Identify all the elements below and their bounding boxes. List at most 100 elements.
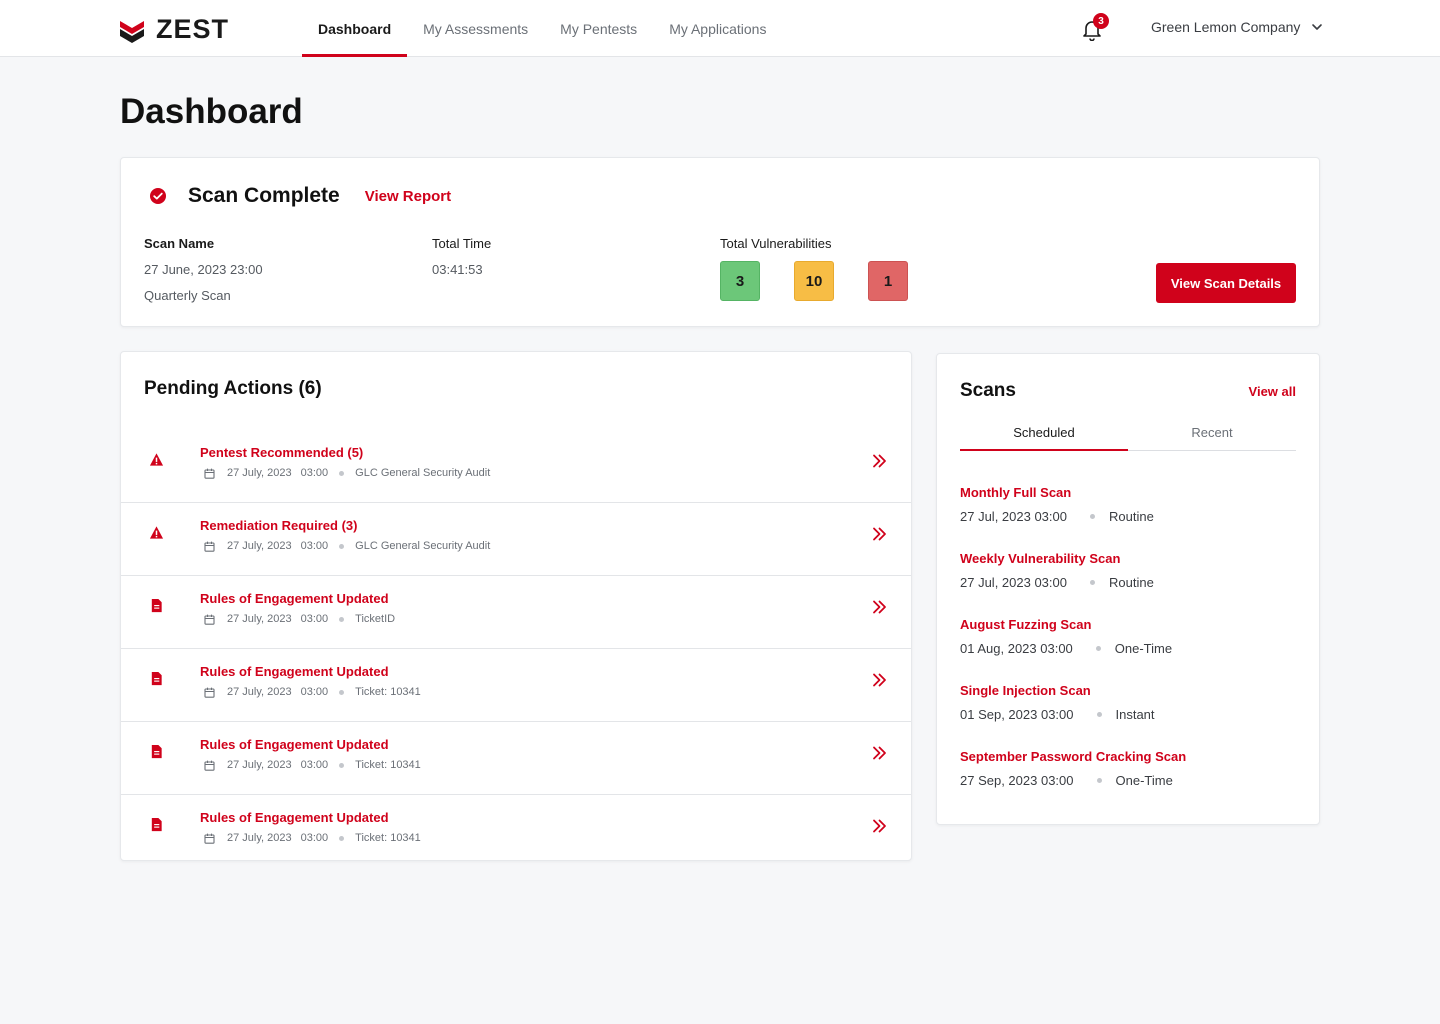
scans-tabs: Scheduled Recent [960,416,1296,451]
nav-tab-dashboard[interactable]: Dashboard [302,0,408,57]
pending-action-reference: GLC General Security Audit [355,540,491,552]
notifications-button[interactable]: 3 [1082,13,1109,42]
pending-action-reference: TicketID [355,613,396,625]
pending-action-date: 27 July, 2023 [227,613,292,625]
pending-action-row[interactable]: Remediation Required (3) 27 July, 2023 03:… [121,503,911,576]
scheduled-scans-list: Monthly Full Scan 27 Jul, 2023 03:00 Routi… [960,485,1186,815]
scans-title: Scans [960,380,1016,401]
company-name: Green Lemon Company [1151,19,1301,35]
scan-item-datetime: 01 Sep, 2023 03:00 [960,707,1074,722]
pending-action-row[interactable]: Rules of Engagement Updated 27 July, 2023… [121,722,911,795]
scan-item-meta: 27 Jul, 2023 03:00 Routine [960,575,1186,590]
pending-action-row[interactable]: Rules of Engagement Updated 27 July, 2023… [121,795,911,868]
separator-dot [1096,712,1102,717]
scan-item-name: Weekly Vulnerability Scan [960,551,1121,566]
scheduled-scan-item[interactable]: Weekly Vulnerability Scan 27 Jul, 2023 03… [960,551,1186,617]
scheduled-scan-item[interactable]: September Password Cracking Scan 27 Sep, … [960,749,1186,815]
calendar-icon [204,468,215,479]
pending-action-date: 27 July, 2023 [227,759,292,771]
pending-action-title: Rules of Engagement Updated [200,664,389,679]
scan-name-value: Quarterly Scan [144,288,231,303]
pending-action-time: 03:00 [300,467,329,479]
top-nav-bar: ZEST Dashboard My Assessments My Pentest… [0,0,1440,57]
scheduled-scan-item[interactable]: Monthly Full Scan 27 Jul, 2023 03:00 Routi… [960,485,1186,551]
pending-actions-list: Pentest Recommended (5) 27 July, 2023 03:0… [121,430,911,868]
view-scan-details-button[interactable]: View Scan Details [1156,263,1296,303]
nav-tab-my-pentests[interactable]: My Pentests [544,0,653,57]
scheduled-scan-item[interactable]: August Fuzzing Scan 01 Aug, 2023 03:00 One… [960,617,1186,683]
calendar-icon [204,833,215,844]
scan-item-type: One-Time [1115,773,1173,788]
pending-action-meta: 27 July, 2023 03:00 Ticket: 10341 [204,759,421,771]
document-icon [151,598,162,613]
chevron-down-icon [1312,24,1323,30]
total-time-column: Total Time 03:41:53 [432,236,491,277]
pending-action-date: 27 July, 2023 [227,540,292,552]
double-chevron-right-icon [873,746,886,760]
scan-item-type: Routine [1108,575,1154,590]
total-vulnerabilities-column: Total Vulnerabilities 3 10 1 [720,236,908,301]
pending-action-meta: 27 July, 2023 03:00 GLC General Security A… [204,467,490,479]
scan-item-meta: 01 Sep, 2023 03:00 Instant [960,707,1186,722]
logo[interactable]: ZEST [120,14,229,45]
scan-item-meta: 27 Jul, 2023 03:00 Routine [960,509,1186,524]
document-icon [151,817,162,832]
pending-action-title: Rules of Engagement Updated [200,810,389,825]
main-nav: Dashboard My Assessments My Pentests My … [302,0,782,57]
tab-recent[interactable]: Recent [1128,416,1296,450]
separator-dot [339,470,345,476]
notification-count-badge: 3 [1093,13,1109,29]
scan-item-datetime: 27 Sep, 2023 03:00 [960,773,1074,788]
pending-action-title: Rules of Engagement Updated [200,591,389,606]
total-time-value: 03:41:53 [432,262,483,277]
pending-action-time: 03:00 [300,613,329,625]
pending-action-row[interactable]: Rules of Engagement Updated 27 July, 2023… [121,649,911,722]
scan-item-name: Monthly Full Scan [960,485,1072,500]
scan-name-column: Scan Name 27 June, 2023 23:00 Quarterly … [144,236,263,303]
scan-item-name: Single Injection Scan [960,683,1091,698]
pending-action-reference: Ticket: 10341 [355,832,421,844]
pending-action-row[interactable]: Pentest Recommended (5) 27 July, 2023 03:0… [121,430,911,503]
scan-status-title: Scan Complete [188,184,340,207]
company-switcher[interactable]: Green Lemon Company [1151,19,1324,35]
warning-icon [149,526,164,539]
total-time-label: Total Time [432,236,492,251]
zest-logo-icon [120,20,144,43]
pending-action-meta: 27 July, 2023 03:00 Ticket: 10341 [204,686,421,698]
nav-tab-my-applications[interactable]: My Applications [653,0,782,57]
double-chevron-right-icon [873,454,886,468]
tab-scheduled[interactable]: Scheduled [960,416,1128,451]
scan-item-name: September Password Cracking Scan [960,749,1187,764]
scan-item-datetime: 01 Aug, 2023 03:00 [960,641,1073,656]
separator-dot [339,616,345,622]
pending-action-date: 27 July, 2023 [227,467,292,479]
pending-action-row[interactable]: Rules of Engagement Updated 27 July, 2023… [121,576,911,649]
nav-tab-my-assessments[interactable]: My Assessments [407,0,544,57]
check-circle-icon [150,188,166,204]
logo-text: ZEST [156,14,230,44]
pending-action-time: 03:00 [300,540,329,552]
scan-item-meta: 27 Sep, 2023 03:00 One-Time [960,773,1186,788]
calendar-icon [204,614,215,625]
scheduled-scan-item[interactable]: Single Injection Scan 01 Sep, 2023 03:00 I… [960,683,1186,749]
vulnerability-count-low: 3 [720,261,760,301]
calendar-icon [204,687,215,698]
pending-actions-title: Pending Actions (6) [144,378,322,399]
document-icon [151,671,162,686]
pending-action-title: Pentest Recommended (5) [200,445,364,460]
view-report-link[interactable]: View Report [365,188,451,205]
pending-action-title: Remediation Required (3) [200,518,358,533]
scan-item-type: Routine [1108,509,1154,524]
pending-action-meta: 27 July, 2023 03:00 Ticket: 10341 [204,832,421,844]
scan-item-type: Instant [1115,707,1155,722]
pending-action-title: Rules of Engagement Updated [200,737,389,752]
view-all-scans-link[interactable]: View all [1249,384,1296,399]
scan-item-meta: 01 Aug, 2023 03:00 One-Time [960,641,1186,656]
vulnerability-count-high: 1 [868,261,908,301]
scan-item-datetime: 27 Jul, 2023 03:00 [960,575,1067,590]
page-title: Dashboard [120,92,303,131]
scan-item-name: August Fuzzing Scan [960,617,1092,632]
calendar-icon [204,760,215,771]
scan-date-value: 27 June, 2023 23:00 [144,262,263,277]
calendar-icon [204,541,215,552]
